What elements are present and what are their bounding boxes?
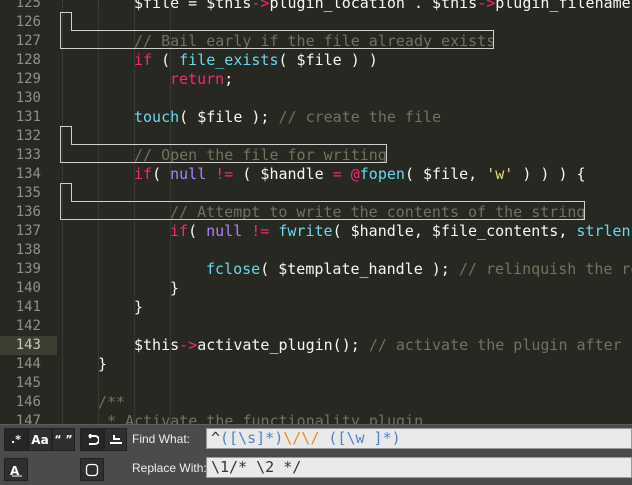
preserve-case-icon: A (10, 464, 22, 477)
find-text: ^ (211, 429, 221, 447)
match-highlight (60, 126, 387, 163)
highlight-icon (85, 463, 99, 476)
highlight-matches-toggle[interactable] (80, 458, 104, 481)
match-highlight (60, 12, 494, 49)
find-input[interactable]: ^([\s]*)\/\/ ([\w ]*) (206, 428, 632, 449)
regex-toggle[interactable]: .* (4, 428, 28, 451)
match-highlight (60, 183, 585, 220)
code-editor[interactable]: 125 $file = $this->plugin_location . $thi… (0, 0, 632, 424)
whole-word-toggle[interactable]: “ ” (52, 428, 75, 451)
search-matches (60, 12, 585, 220)
wrap-toggle[interactable] (80, 428, 104, 451)
replace-label: Replace With: (132, 461, 207, 475)
in-selection-toggle[interactable] (104, 428, 127, 451)
replace-input[interactable]: \1/* \2 */ (206, 457, 632, 478)
find-replace-panel: .* Aa “ ” Find What: ^([\s]*)\/\/ ([\w ]… (0, 424, 632, 485)
find-text: \/\/ (283, 429, 320, 447)
find-label: Find What: (132, 432, 191, 446)
find-text: ([\s]*) (220, 429, 284, 447)
preserve-case-toggle[interactable]: A (4, 458, 28, 481)
in-selection-icon (109, 434, 122, 444)
case-sensitive-toggle[interactable]: Aa (28, 428, 52, 451)
svg-text:A: A (10, 464, 20, 477)
wrap-icon (88, 433, 99, 445)
find-text: ([\w ]*) (319, 429, 401, 447)
